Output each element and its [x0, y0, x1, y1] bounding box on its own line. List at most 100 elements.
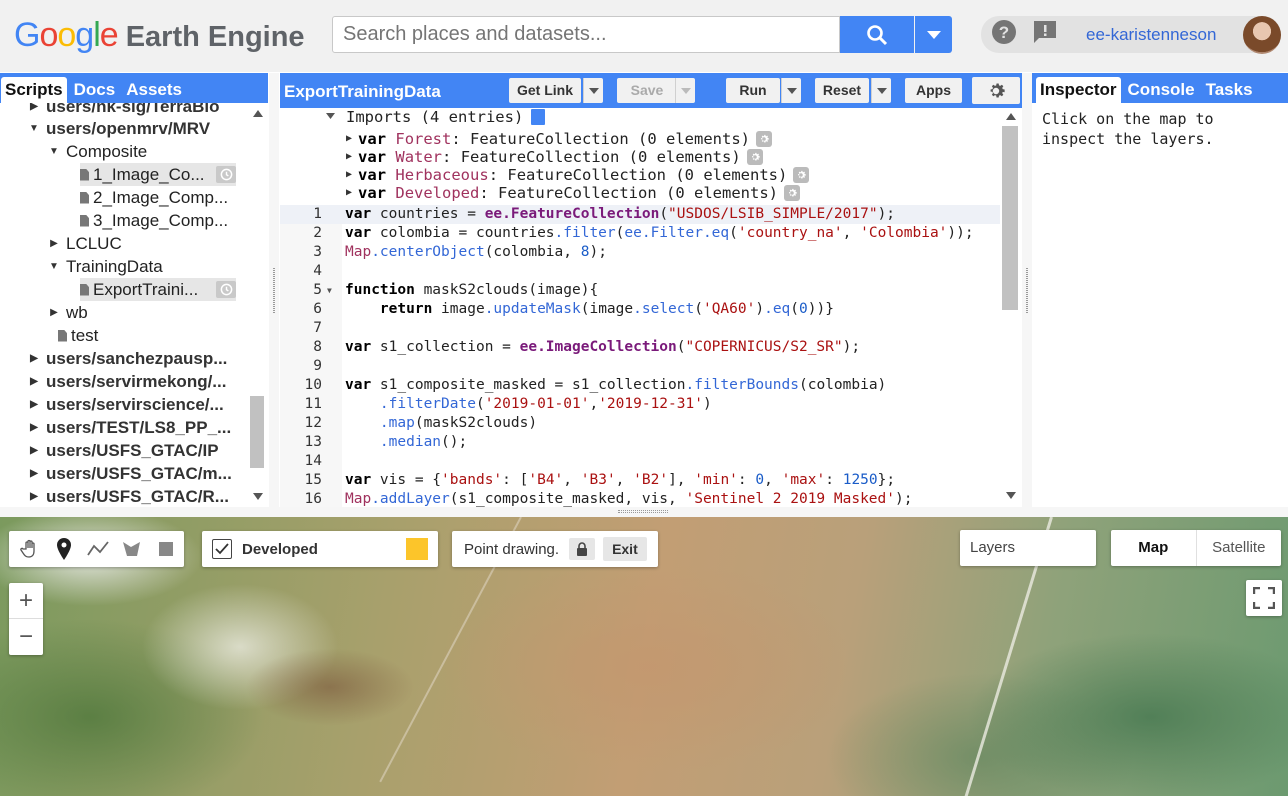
- splitter-grip[interactable]: [618, 510, 668, 513]
- expanded-arrow-icon[interactable]: ▼: [48, 255, 60, 278]
- import-settings-button[interactable]: [784, 185, 800, 201]
- layer-checkbox[interactable]: [212, 539, 232, 559]
- scroll-up-icon[interactable]: [253, 110, 263, 117]
- right-splitter[interactable]: [1022, 73, 1032, 507]
- script-file[interactable]: ExportTraini...: [80, 278, 236, 301]
- import-settings-button[interactable]: [746, 149, 763, 165]
- code-line[interactable]: 3 Map.centerObject(colombia, 8);: [280, 243, 1000, 262]
- line-tool[interactable]: [81, 535, 115, 563]
- left-splitter[interactable]: [269, 73, 279, 507]
- feedback-button[interactable]: [1032, 19, 1058, 50]
- scroll-down-icon[interactable]: [253, 493, 263, 500]
- layer-color-swatch[interactable]: [406, 538, 428, 560]
- expanded-arrow-icon[interactable]: ▼: [48, 140, 60, 163]
- show-script-icon[interactable]: [531, 109, 546, 125]
- collapsed-arrow-icon[interactable]: ▶: [28, 370, 40, 393]
- save-button[interactable]: Save: [617, 78, 677, 103]
- map-type-satellite[interactable]: Satellite: [1197, 530, 1282, 566]
- avatar[interactable]: [1243, 15, 1281, 54]
- import-name[interactable]: Developed: [395, 184, 479, 202]
- code-line[interactable]: 9: [280, 357, 1000, 376]
- script-folder[interactable]: ▶ wb: [48, 301, 88, 324]
- map-view[interactable]: Developed Point drawing. Exit Layers Map…: [0, 517, 1288, 796]
- code-line[interactable]: 7: [280, 319, 1000, 338]
- run-button[interactable]: Run: [726, 78, 780, 103]
- collapsed-arrow-icon[interactable]: ▶: [28, 462, 40, 485]
- import-entry[interactable]: ▶ var Forest: FeatureCollection (0 elemen…: [346, 130, 772, 148]
- pan-tool[interactable]: [13, 535, 47, 563]
- script-folder[interactable]: ▼ TrainingData: [48, 255, 163, 278]
- script-folder[interactable]: ▶ users/servirmekong/...: [28, 370, 226, 393]
- import-entry[interactable]: ▶ var Water: FeatureCollection (0 element…: [346, 148, 763, 166]
- code-line[interactable]: 13 .median();: [280, 433, 1000, 452]
- code-line[interactable]: 14: [280, 452, 1000, 471]
- script-file[interactable]: 1_Image_Co...: [80, 163, 236, 186]
- script-folder[interactable]: ▼ Composite: [48, 140, 147, 163]
- expand-arrow-icon[interactable]: ▶: [346, 148, 352, 166]
- editor-scrollbar[interactable]: [1000, 108, 1022, 507]
- expand-arrow-icon[interactable]: ▶: [346, 184, 352, 202]
- script-folder[interactable]: ▶ users/USFS_GTAC/IP: [28, 439, 218, 462]
- code-line[interactable]: 10 var s1_composite_masked = s1_collectio…: [280, 376, 1000, 395]
- collapsed-arrow-icon[interactable]: ▶: [28, 416, 40, 439]
- tab-inspector[interactable]: Inspector: [1036, 77, 1121, 103]
- polygon-tool[interactable]: [115, 535, 149, 563]
- tab-tasks[interactable]: Tasks: [1201, 77, 1257, 103]
- script-folder[interactable]: ▶ users/nk-sig/TerraBio: [28, 103, 219, 118]
- import-name[interactable]: Herbaceous: [395, 166, 488, 184]
- collapsed-arrow-icon[interactable]: ▶: [28, 439, 40, 462]
- code-line[interactable]: 16 Map.addLayer(s1_composite_masked, vis,…: [280, 490, 1000, 507]
- tab-scripts[interactable]: Scripts: [1, 77, 67, 103]
- scroll-up-icon[interactable]: [1006, 113, 1016, 120]
- script-file[interactable]: 2_Image_Comp...: [80, 186, 228, 209]
- code-line[interactable]: 1 var countries = ee.FeatureCollection("U…: [280, 205, 1000, 224]
- script-file[interactable]: test: [58, 324, 98, 347]
- code-line[interactable]: 2 var colombia = countries.filter(ee.Filt…: [280, 224, 1000, 243]
- script-file[interactable]: 3_Image_Comp...: [80, 209, 228, 232]
- import-settings-button[interactable]: [756, 131, 772, 147]
- import-name[interactable]: Forest: [395, 130, 451, 148]
- scrollbar-thumb[interactable]: [250, 396, 264, 468]
- code-line[interactable]: 11 .filterDate('2019-01-01','2019-12-31'…: [280, 395, 1000, 414]
- search-options-button[interactable]: [915, 16, 952, 53]
- collapsed-arrow-icon[interactable]: ▶: [48, 301, 60, 324]
- search-input[interactable]: [332, 16, 840, 53]
- search-button[interactable]: [840, 16, 914, 53]
- lock-button[interactable]: [569, 538, 596, 560]
- script-folder[interactable]: ▼ users/openmrv/MRV: [28, 117, 210, 140]
- get-link-button[interactable]: Get Link: [509, 78, 581, 103]
- code-line[interactable]: 12 .map(maskS2clouds): [280, 414, 1000, 433]
- zoom-in-button[interactable]: +: [9, 583, 43, 619]
- code-line[interactable]: 8 var s1_collection = ee.ImageCollection(…: [280, 338, 1000, 357]
- import-name[interactable]: Water: [395, 148, 442, 166]
- code-area[interactable]: Imports (4 entries) ▶ var Forest: Feature…: [280, 108, 1000, 507]
- script-folder[interactable]: ▶ users/sanchezpausp...: [28, 347, 227, 370]
- run-dropdown[interactable]: [781, 78, 801, 103]
- point-tool[interactable]: [47, 535, 81, 563]
- rectangle-tool[interactable]: [149, 535, 183, 563]
- history-icon[interactable]: [216, 281, 236, 298]
- import-settings-button[interactable]: [793, 167, 810, 183]
- code-line[interactable]: 6 return image.updateMask(image.select('…: [280, 300, 1000, 319]
- history-icon[interactable]: [216, 166, 236, 183]
- collapsed-arrow-icon[interactable]: ▶: [28, 347, 40, 370]
- script-folder[interactable]: ▶ users/USFS_GTAC/R...: [28, 485, 229, 507]
- tab-assets[interactable]: Assets: [122, 77, 186, 103]
- code-line[interactable]: 4: [280, 262, 1000, 281]
- collapsed-arrow-icon[interactable]: ▶: [48, 232, 60, 255]
- collapsed-arrow-icon[interactable]: ▶: [28, 485, 40, 507]
- earth-engine-logo[interactable]: Google Earth Engine: [14, 16, 305, 56]
- collapsed-arrow-icon[interactable]: ▶: [28, 103, 40, 118]
- code-line[interactable]: 15 var vis = {'bands': ['B4', 'B3', 'B2']…: [280, 471, 1000, 490]
- import-entry[interactable]: ▶ var Developed: FeatureCollection (0 ele…: [346, 184, 800, 202]
- collapsed-arrow-icon[interactable]: ▶: [28, 393, 40, 416]
- tab-console[interactable]: Console: [1123, 77, 1199, 103]
- exit-drawing-button[interactable]: Exit: [603, 537, 647, 561]
- help-button[interactable]: ?: [991, 19, 1017, 50]
- fold-arrow-icon[interactable]: ▼: [327, 281, 332, 300]
- reset-button[interactable]: Reset: [815, 78, 869, 103]
- fullscreen-button[interactable]: [1246, 580, 1282, 616]
- scrollbar-thumb[interactable]: [1002, 126, 1018, 310]
- user-account[interactable]: ee-karistenneson: [1078, 15, 1281, 54]
- script-folder[interactable]: ▶ LCLUC: [48, 232, 122, 255]
